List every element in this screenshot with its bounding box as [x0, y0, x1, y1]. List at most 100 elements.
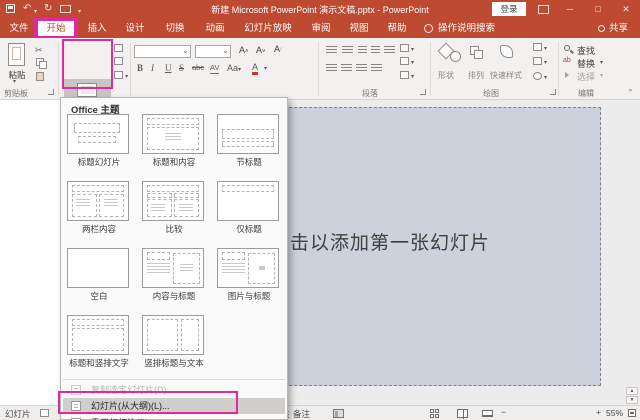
select-button[interactable]: 选择: [577, 70, 595, 83]
maximize-button[interactable]: □: [586, 2, 610, 17]
text-direction-dropdown-icon[interactable]: ▾: [411, 45, 414, 55]
normal-view-icon[interactable]: [333, 409, 344, 418]
font-color-icon[interactable]: A: [252, 62, 258, 75]
layout-picture-with-caption[interactable]: [217, 248, 279, 288]
smartart-convert-icon[interactable]: [400, 71, 409, 79]
align-right-icon[interactable]: [356, 64, 367, 71]
quick-styles-icon[interactable]: [500, 45, 513, 58]
layout-two-content[interactable]: [67, 181, 129, 221]
bullets-icon[interactable]: [326, 46, 337, 53]
underline-button[interactable]: U: [165, 63, 172, 73]
section-dropdown-icon[interactable]: ▾: [125, 72, 128, 82]
tab-review[interactable]: 审阅: [304, 19, 338, 38]
zoom-out-button[interactable]: −: [501, 407, 506, 417]
paragraph-dialog-launcher-icon[interactable]: [420, 89, 426, 95]
shapes-label[interactable]: 形状: [438, 70, 454, 81]
layout-comparison[interactable]: [142, 181, 204, 221]
tell-me-search[interactable]: 操作说明搜索: [438, 19, 508, 38]
layout-title-only[interactable]: [217, 181, 279, 221]
font-color-dropdown-icon[interactable]: ▾: [264, 64, 267, 74]
grow-font-icon[interactable]: A˄: [239, 45, 249, 57]
layout-title-and-vertical-text[interactable]: [67, 315, 129, 355]
ribbon-display-options-icon[interactable]: [538, 5, 549, 14]
minimize-button[interactable]: ─: [558, 2, 582, 17]
copy-icon[interactable]: [36, 58, 44, 66]
close-button[interactable]: ✕: [614, 2, 638, 17]
strikethrough-button[interactable]: S: [179, 63, 184, 73]
replace-dropdown-icon[interactable]: ▾: [600, 59, 603, 66]
decrease-indent-icon[interactable]: [358, 46, 367, 53]
align-text-dropdown-icon[interactable]: ▾: [411, 58, 414, 68]
tab-help[interactable]: 帮助: [380, 19, 414, 38]
clear-formatting-icon[interactable]: A⁄: [274, 44, 281, 56]
slide-thumbnails-panel[interactable]: [0, 100, 62, 405]
bold-button[interactable]: B: [137, 63, 143, 73]
section-icon[interactable]: [114, 71, 123, 79]
tab-slideshow[interactable]: 幻灯片放映: [236, 19, 300, 38]
arrange-icon[interactable]: [470, 46, 479, 55]
layout-title-and-content[interactable]: [142, 114, 204, 154]
align-left-icon[interactable]: [326, 64, 337, 71]
align-center-icon[interactable]: [341, 64, 352, 71]
numbering-icon[interactable]: [342, 46, 353, 53]
text-shadow-icon[interactable]: abc: [192, 63, 204, 73]
tab-file[interactable]: 文件: [4, 19, 34, 38]
align-text-icon[interactable]: [400, 57, 409, 65]
layout-title-slide[interactable]: [67, 114, 129, 154]
layout-vertical-title-and-text[interactable]: [142, 315, 204, 355]
fit-to-window-icon[interactable]: [628, 409, 636, 417]
line-spacing-icon[interactable]: [384, 46, 395, 53]
drawing-dialog-launcher-icon[interactable]: [550, 89, 556, 95]
shape-effects-dropdown-icon[interactable]: ▾: [544, 73, 547, 83]
layout-content-with-caption[interactable]: [142, 248, 204, 288]
italic-button[interactable]: I: [151, 63, 154, 73]
scroll-down-button[interactable]: ▼: [626, 396, 638, 404]
notes-toggle[interactable]: 备注: [293, 408, 310, 420]
zoom-level[interactable]: 55%: [606, 408, 623, 418]
quick-styles-label[interactable]: 快速样式: [490, 70, 522, 81]
format-painter-icon[interactable]: [36, 72, 44, 81]
select-dropdown-icon[interactable]: ▾: [600, 72, 603, 79]
cut-icon[interactable]: ✂: [35, 45, 43, 55]
paste-icon[interactable]: [8, 43, 25, 66]
tab-view[interactable]: 视图: [342, 19, 376, 38]
tab-animations[interactable]: 动画: [198, 19, 232, 38]
increase-indent-icon[interactable]: [371, 46, 380, 53]
smartart-dropdown-icon[interactable]: ▾: [411, 72, 414, 82]
character-spacing-icon[interactable]: AV: [210, 63, 219, 74]
clipboard-dialog-launcher-icon[interactable]: [48, 89, 54, 95]
tab-design[interactable]: 设计: [118, 19, 152, 38]
paste-dropdown-icon[interactable]: ▾: [13, 78, 16, 85]
layout-icon[interactable]: [114, 44, 123, 52]
shrink-font-icon[interactable]: A˅: [256, 45, 266, 57]
share-button[interactable]: 共享: [609, 19, 635, 38]
layout-blank[interactable]: [67, 248, 129, 288]
layout-section-header[interactable]: [217, 114, 279, 154]
reading-view-icon[interactable]: [457, 409, 468, 418]
shape-outline-icon[interactable]: [533, 57, 542, 65]
font-size-combo[interactable]: [195, 45, 231, 58]
accessibility-icon[interactable]: [40, 409, 49, 417]
text-direction-icon[interactable]: [400, 44, 409, 52]
font-name-combo[interactable]: [134, 45, 191, 58]
zoom-in-button[interactable]: +: [596, 407, 601, 417]
shape-outline-dropdown-icon[interactable]: ▾: [544, 58, 547, 68]
paste-button-label[interactable]: 粘贴: [2, 69, 32, 81]
slideshow-view-icon[interactable]: [482, 410, 493, 417]
justify-icon[interactable]: [371, 64, 382, 71]
menu-item-reuse-slides[interactable]: 重用幻灯片(R): [63, 415, 285, 420]
change-case-icon[interactable]: Aa▾: [227, 63, 241, 75]
arrange-label[interactable]: 排列: [468, 70, 484, 81]
tab-insert[interactable]: 插入: [80, 19, 114, 38]
shape-fill-dropdown-icon[interactable]: ▾: [544, 44, 547, 54]
sign-in-button[interactable]: 登录: [492, 2, 526, 16]
tab-transitions[interactable]: 切换: [158, 19, 192, 38]
replace-button[interactable]: 替换: [577, 57, 595, 70]
slide-sorter-view-icon[interactable]: [430, 409, 439, 418]
reset-icon[interactable]: [114, 57, 123, 65]
slide-placeholder-text[interactable]: 单击以添加第一张幻灯片: [270, 228, 490, 255]
shape-fill-icon[interactable]: [533, 43, 542, 51]
shape-effects-icon[interactable]: [533, 72, 542, 80]
collapse-ribbon-icon[interactable]: ⌃: [627, 88, 634, 97]
scroll-up-button[interactable]: ▲: [626, 387, 638, 395]
